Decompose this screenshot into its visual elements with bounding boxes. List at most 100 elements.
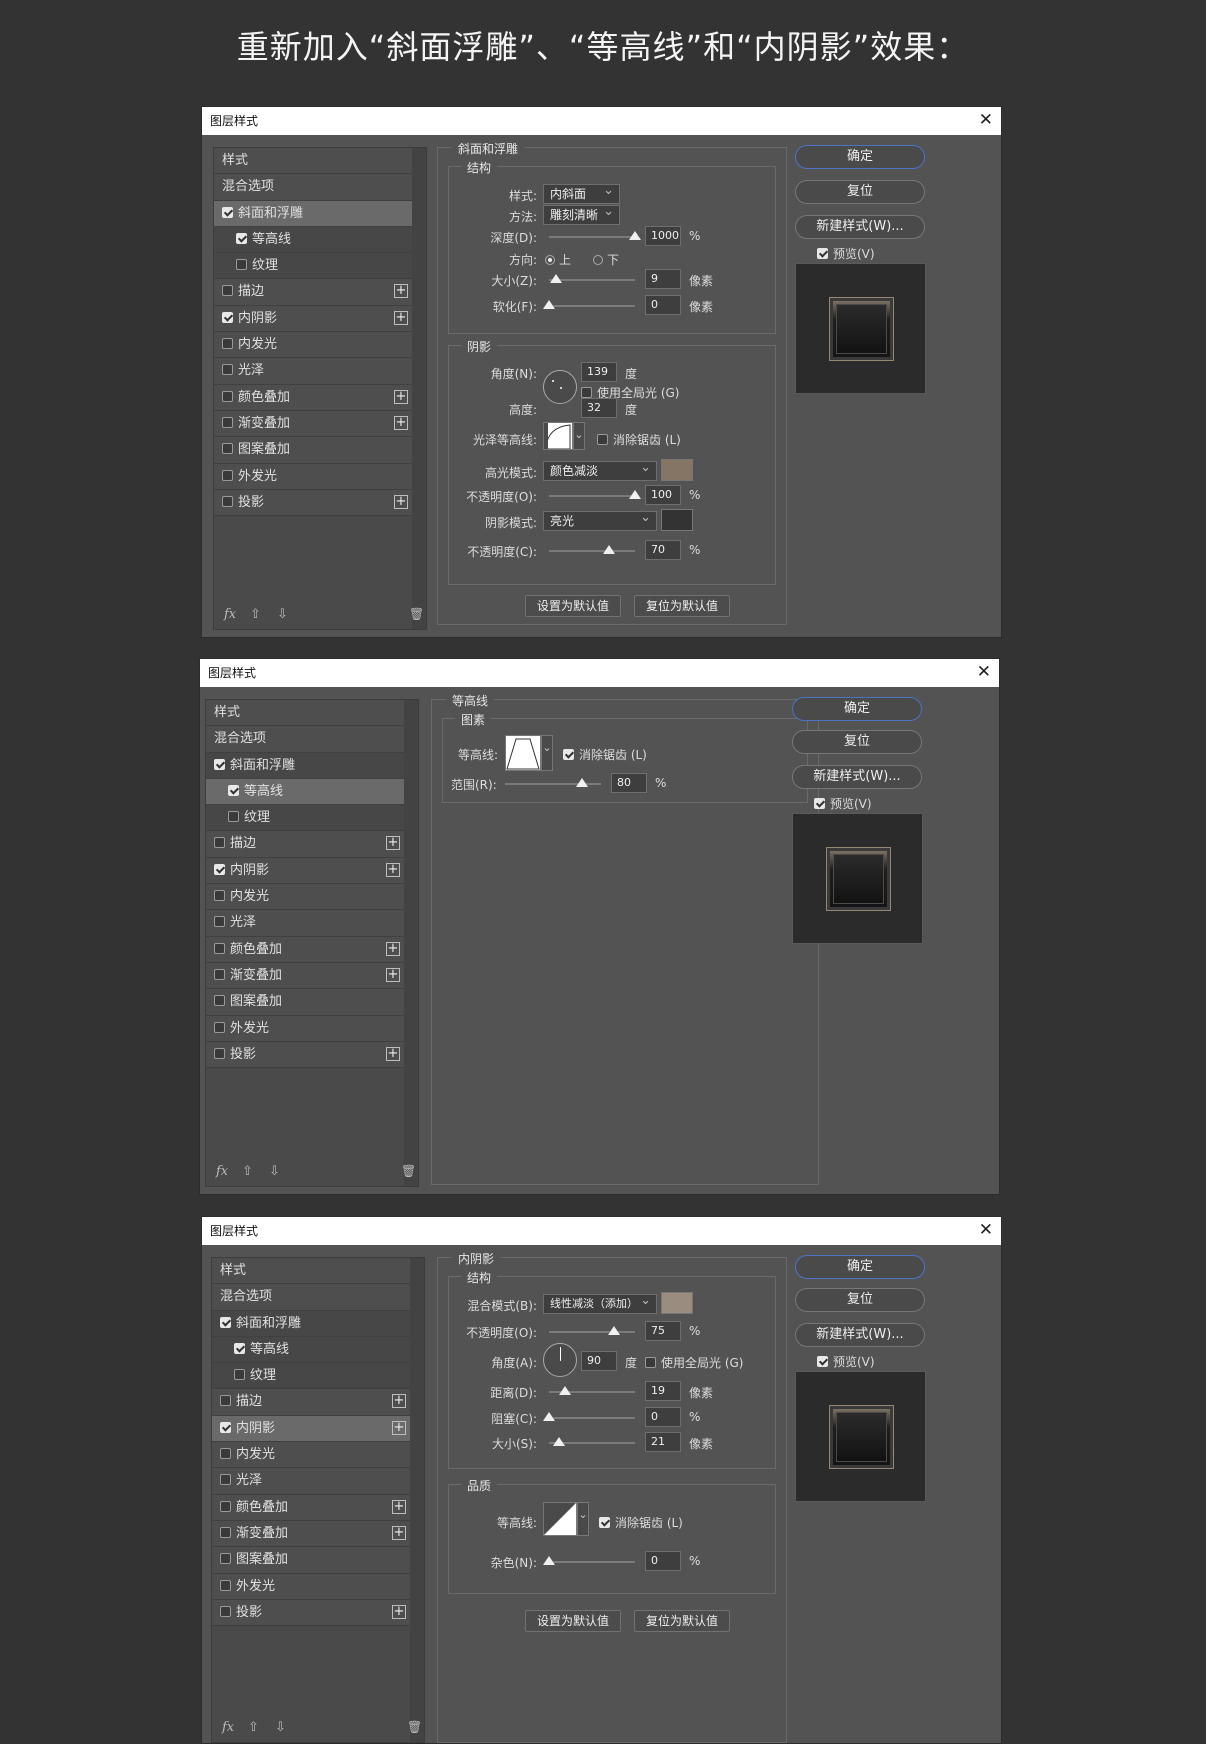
style-list-item[interactable]: 样式 <box>214 148 412 175</box>
direction-up-radio[interactable]: 上 <box>545 251 571 268</box>
style-list-item[interactable]: 渐变叠加 + <box>206 962 404 990</box>
style-list-item[interactable]: 斜面和浮雕 <box>214 200 412 227</box>
style-list-item[interactable]: 图案叠加 <box>212 1547 410 1574</box>
soften-input[interactable]: 0 <box>645 295 681 315</box>
checkbox-icon[interactable] <box>220 1448 231 1460</box>
distance-input[interactable]: 19 <box>645 1381 681 1401</box>
slider-thumb[interactable] <box>559 1386 572 1395</box>
fx-icon[interactable]: fx <box>224 607 236 622</box>
checkbox-icon[interactable] <box>214 890 225 902</box>
checkbox-icon[interactable] <box>214 1021 225 1033</box>
style-list-item[interactable]: 内发光 <box>212 1442 410 1469</box>
checkbox-icon[interactable] <box>220 1500 231 1512</box>
style-list-item[interactable]: 内发光 <box>214 332 412 359</box>
checkbox-icon[interactable] <box>214 1047 225 1059</box>
checkbox-icon[interactable] <box>220 1605 231 1617</box>
styles-list-scrollbar[interactable] <box>410 1258 424 1742</box>
slider-thumb[interactable] <box>575 778 588 787</box>
slider-thumb[interactable] <box>549 274 562 283</box>
opacity-slider[interactable] <box>549 1326 635 1335</box>
reset-button[interactable]: 复位 <box>792 730 922 754</box>
new-style-button[interactable]: 新建样式(W)... <box>792 765 922 789</box>
shadow-opacity-input[interactable]: 70 <box>645 540 681 560</box>
close-icon[interactable]: ✕ <box>979 107 993 134</box>
add-effect-icon[interactable]: + <box>392 1394 406 1409</box>
checkbox-icon[interactable] <box>220 1474 231 1486</box>
checkbox-icon[interactable] <box>214 916 225 928</box>
add-effect-icon[interactable]: + <box>392 1525 406 1540</box>
new-style-button[interactable]: 新建样式(W)... <box>795 215 925 239</box>
style-list-item[interactable]: 光泽 <box>214 358 412 385</box>
style-list-item[interactable]: 光泽 <box>206 910 404 937</box>
checkbox-icon[interactable] <box>214 758 225 770</box>
contour-picker[interactable] <box>543 1502 577 1536</box>
highlight-color-swatch[interactable] <box>661 459 693 481</box>
ok-button[interactable]: 确定 <box>795 145 925 169</box>
style-list-item[interactable]: 斜面和浮雕 <box>206 752 404 779</box>
add-effect-icon[interactable]: + <box>392 1604 406 1619</box>
size-slider[interactable] <box>549 274 635 283</box>
add-effect-icon[interactable]: + <box>386 941 400 956</box>
highlight-opacity-input[interactable]: 100 <box>645 485 681 505</box>
contour-picker[interactable] <box>505 735 541 771</box>
style-list-item[interactable]: 外发光 <box>214 463 412 490</box>
antialias-checkbox[interactable]: 消除锯齿 (L) <box>597 431 681 448</box>
reset-button[interactable]: 复位 <box>795 180 925 204</box>
style-list-item[interactable]: 图案叠加 <box>214 437 412 464</box>
style-select[interactable]: 内斜面 <box>543 182 620 204</box>
style-list-item[interactable]: 内阴影 + <box>214 305 412 333</box>
depth-input[interactable]: 1000 <box>645 226 681 246</box>
soften-slider[interactable] <box>543 300 635 309</box>
range-slider[interactable] <box>505 778 601 787</box>
style-list-item[interactable]: 外发光 <box>206 1015 404 1042</box>
trash-icon[interactable]: 🗑 <box>407 1720 422 1734</box>
style-list-item[interactable]: 等高线 <box>206 778 404 806</box>
checkbox-icon[interactable] <box>214 863 225 875</box>
noise-slider[interactable] <box>543 1556 635 1565</box>
style-list-item[interactable]: 内发光 <box>206 884 404 911</box>
checkbox-icon[interactable] <box>222 390 233 402</box>
style-list-item[interactable]: 内阴影 + <box>206 857 404 885</box>
gloss-contour-dropdown[interactable]: ⌄ <box>573 422 585 450</box>
checkbox-icon[interactable] <box>222 206 233 218</box>
reset-default-button[interactable]: 复位为默认值 <box>634 595 730 617</box>
gloss-contour-picker[interactable] <box>543 422 573 450</box>
slider-thumb[interactable] <box>543 1412 555 1421</box>
style-list-item[interactable]: 光泽 <box>212 1468 410 1495</box>
style-list-item[interactable]: 颜色叠加 + <box>214 384 412 411</box>
blend-mode-select[interactable]: 线性减淡（添加） <box>543 1292 657 1314</box>
style-list-item[interactable]: 描边 + <box>212 1389 410 1416</box>
add-effect-icon[interactable]: + <box>392 1499 406 1514</box>
style-list-item[interactable]: 等高线 <box>214 226 412 254</box>
style-list-item[interactable]: 斜面和浮雕 <box>212 1310 410 1337</box>
shadow-mode-select[interactable]: 亮光 <box>543 509 657 531</box>
styles-list-scrollbar[interactable] <box>412 148 426 629</box>
styles-list-scrollbar[interactable] <box>404 700 418 1186</box>
checkbox-icon[interactable] <box>220 1421 231 1433</box>
checkbox-icon[interactable] <box>234 1342 245 1354</box>
style-list-item[interactable]: 图案叠加 <box>206 989 404 1016</box>
highlight-mode-select[interactable]: 颜色减淡 <box>543 459 657 481</box>
checkbox-icon[interactable] <box>236 259 247 271</box>
style-list-item[interactable]: 样式 <box>212 1258 410 1285</box>
style-list-item[interactable]: 投影 + <box>212 1599 410 1627</box>
checkbox-icon[interactable] <box>214 942 225 954</box>
add-effect-icon[interactable]: + <box>394 389 408 404</box>
altitude-input[interactable]: 32 <box>581 398 617 418</box>
ok-button[interactable]: 确定 <box>795 1255 925 1279</box>
shadow-color-swatch[interactable] <box>661 509 693 531</box>
checkbox-icon[interactable] <box>220 1553 231 1565</box>
fx-icon[interactable]: fx <box>216 1164 228 1179</box>
style-list-item[interactable]: 描边 + <box>214 279 412 306</box>
checkbox-icon[interactable] <box>214 837 225 849</box>
trash-icon[interactable]: 🗑 <box>409 607 424 621</box>
depth-slider[interactable] <box>549 231 641 240</box>
checkbox-icon[interactable] <box>234 1369 245 1381</box>
style-list-item[interactable]: 等高线 <box>212 1336 410 1364</box>
add-effect-icon[interactable]: + <box>386 862 400 877</box>
angle-dial[interactable] <box>543 1343 577 1377</box>
antialias-checkbox[interactable]: 消除锯齿 (L) <box>599 1514 683 1531</box>
move-down-icon[interactable]: ⇩ <box>275 1720 286 1735</box>
shadow-color-swatch[interactable] <box>661 1292 693 1314</box>
checkbox-icon[interactable] <box>214 995 225 1007</box>
